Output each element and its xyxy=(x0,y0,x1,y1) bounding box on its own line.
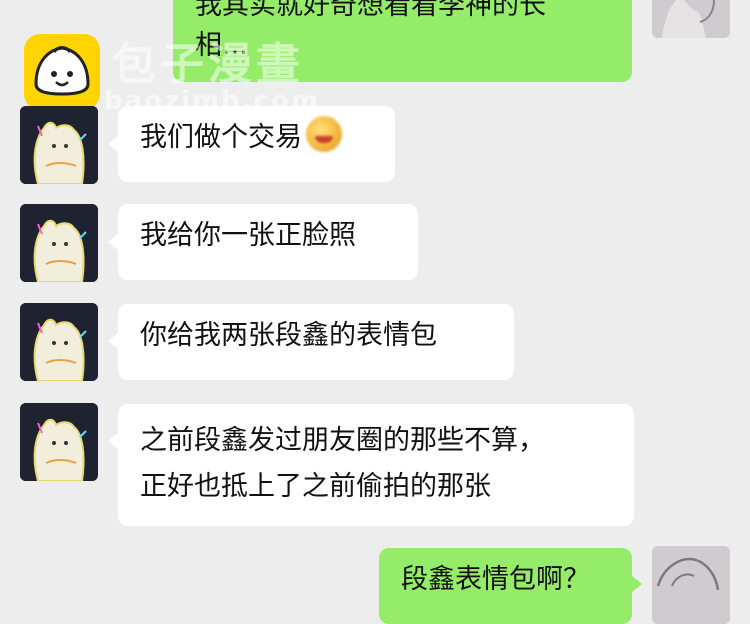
avatar-cat-icon xyxy=(20,303,98,381)
watermark-logo xyxy=(24,34,100,110)
avatar-cat-icon xyxy=(20,106,98,184)
chat-bubble-incoming[interactable]: 我们做个交易 xyxy=(118,106,395,182)
bubble-tail xyxy=(108,433,118,449)
message-line: 正好也抵上了之前偷拍的那张 xyxy=(140,471,491,502)
bubble-tail xyxy=(108,136,118,152)
avatar[interactable] xyxy=(20,403,98,481)
avatar[interactable] xyxy=(20,303,98,381)
bubble-tail xyxy=(108,333,118,349)
avatar[interactable] xyxy=(652,546,730,624)
watermark-title: 包子漫畫 xyxy=(112,39,304,90)
avatar[interactable] xyxy=(652,0,730,38)
avatar[interactable] xyxy=(20,106,98,184)
avatar-cat-icon xyxy=(20,403,98,481)
bubble-tail xyxy=(108,234,118,250)
message-line: 我其实就好奇想看看李神的长 xyxy=(195,0,546,21)
avatar-cat-icon xyxy=(20,204,98,282)
message-text: 你给我两张段鑫的表情包 xyxy=(140,320,437,351)
message-text: 我们做个交易 xyxy=(140,122,302,153)
chat-bubble-incoming[interactable]: 我给你一张正脸照 xyxy=(118,204,418,280)
bubble-tail xyxy=(632,576,642,592)
chat-bubble-incoming[interactable]: 之前段鑫发过朋友圈的那些不算， 正好也抵上了之前偷拍的那张 xyxy=(118,404,634,526)
message-line: 之前段鑫发过朋友圈的那些不算， xyxy=(140,425,545,456)
avatar-image-icon xyxy=(652,546,730,624)
smiling-face-emoji-icon xyxy=(306,116,342,152)
message-text: 我给你一张正脸照 xyxy=(140,220,356,251)
bun-logo-icon xyxy=(34,46,90,96)
chat-bubble-incoming[interactable]: 你给我两张段鑫的表情包 xyxy=(118,304,514,380)
message-text: 段鑫表情包啊？ xyxy=(401,564,590,595)
chat-bubble-outgoing[interactable]: 段鑫表情包啊？ xyxy=(379,548,632,624)
avatar[interactable] xyxy=(20,204,98,282)
avatar-image-icon xyxy=(652,0,730,38)
